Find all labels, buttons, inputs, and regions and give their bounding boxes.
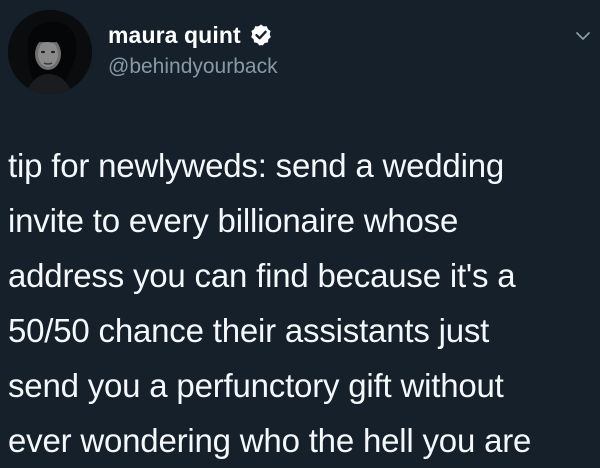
- verified-badge-icon: [249, 23, 273, 47]
- tweet-card: maura quint @behindyourback tip for newl…: [0, 0, 600, 467]
- author-display-name[interactable]: maura quint: [108, 22, 241, 49]
- tweet-text: tip for newlyweds: send a wedding invite…: [8, 147, 532, 459]
- author-name-row: maura quint: [108, 21, 273, 49]
- avatar[interactable]: [8, 10, 92, 94]
- user-avatar-icon: [8, 10, 92, 94]
- author-handle[interactable]: @behindyourback: [108, 55, 278, 79]
- chevron-down-icon[interactable]: [572, 25, 594, 47]
